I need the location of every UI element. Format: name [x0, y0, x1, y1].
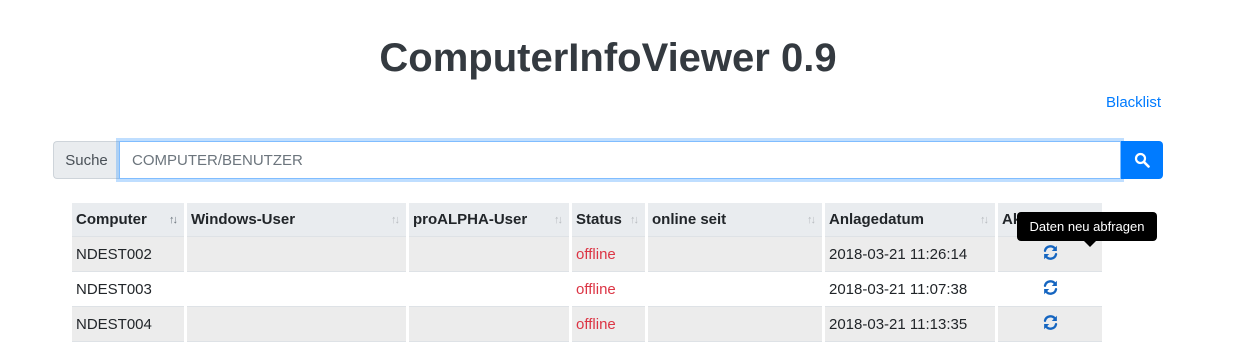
- cell-computer: NDEST003: [72, 272, 184, 307]
- sort-icon[interactable]: ↑↓: [391, 214, 400, 226]
- column-header-windows-user[interactable]: Windows-User ↑↓: [187, 203, 406, 237]
- cell-status: offline: [572, 272, 645, 307]
- tooltip: Daten neu abfragen: [1017, 212, 1157, 241]
- cell-windows-user: [187, 307, 406, 342]
- column-header-proalpha-user[interactable]: proALPHA-User ↑↓: [409, 203, 569, 237]
- search-label: Suche: [53, 141, 119, 179]
- tooltip-arrow: [1084, 241, 1096, 247]
- cell-anlagedatum: 2018-03-21 11:26:14: [825, 237, 995, 272]
- column-header-computer[interactable]: Computer ↑↓: [72, 203, 184, 237]
- blacklist-link[interactable]: Blacklist: [1106, 94, 1161, 111]
- sort-icon[interactable]: ↑↓: [169, 214, 178, 226]
- table-row: NDEST004 offline 2018-03-21 11:13:35: [72, 307, 1102, 342]
- table-header-row: Computer ↑↓ Windows-User ↑↓ proALPHA-User ↑…: [72, 203, 1102, 237]
- column-header-anlagedatum[interactable]: Anlagedatum ↑↓: [825, 203, 995, 237]
- sort-icon[interactable]: ↑↓: [554, 214, 563, 226]
- page-title: ComputerInfoViewer 0.9: [379, 36, 837, 80]
- cell-windows-user: [187, 237, 406, 272]
- search-input[interactable]: [119, 141, 1121, 179]
- table-row: NDEST002 offline 2018-03-21 11:26:14: [72, 237, 1102, 272]
- cell-windows-user: [187, 272, 406, 307]
- search-bar: Suche: [53, 141, 1163, 179]
- cell-actions: [998, 272, 1102, 307]
- cell-proalpha-user: [409, 237, 569, 272]
- cell-computer: NDEST002: [72, 237, 184, 272]
- column-header-online-seit[interactable]: online seit ↑↓: [648, 203, 822, 237]
- cell-status: offline: [572, 237, 645, 272]
- search-icon: [1134, 152, 1150, 168]
- table-row: NDEST003 offline 2018-03-21 11:07:38: [72, 272, 1102, 307]
- cell-proalpha-user: [409, 307, 569, 342]
- cell-proalpha-user: [409, 272, 569, 307]
- refresh-icon[interactable]: [1042, 279, 1059, 300]
- sort-icon[interactable]: ↑↓: [807, 214, 816, 226]
- refresh-icon[interactable]: [1042, 244, 1059, 265]
- cell-online-seit: [648, 272, 822, 307]
- computer-table: Computer ↑↓ Windows-User ↑↓ proALPHA-User ↑…: [69, 203, 1105, 342]
- cell-online-seit: [648, 307, 822, 342]
- cell-status: offline: [572, 307, 645, 342]
- search-button[interactable]: [1121, 141, 1163, 179]
- cell-actions: [998, 307, 1102, 342]
- cell-online-seit: [648, 237, 822, 272]
- cell-anlagedatum: 2018-03-21 11:13:35: [825, 307, 995, 342]
- cell-anlagedatum: 2018-03-21 11:07:38: [825, 272, 995, 307]
- refresh-icon[interactable]: [1042, 314, 1059, 335]
- cell-computer: NDEST004: [72, 307, 184, 342]
- sort-icon[interactable]: ↑↓: [980, 214, 989, 226]
- column-header-status[interactable]: Status ↑↓: [572, 203, 645, 237]
- sort-icon[interactable]: ↑↓: [630, 214, 639, 226]
